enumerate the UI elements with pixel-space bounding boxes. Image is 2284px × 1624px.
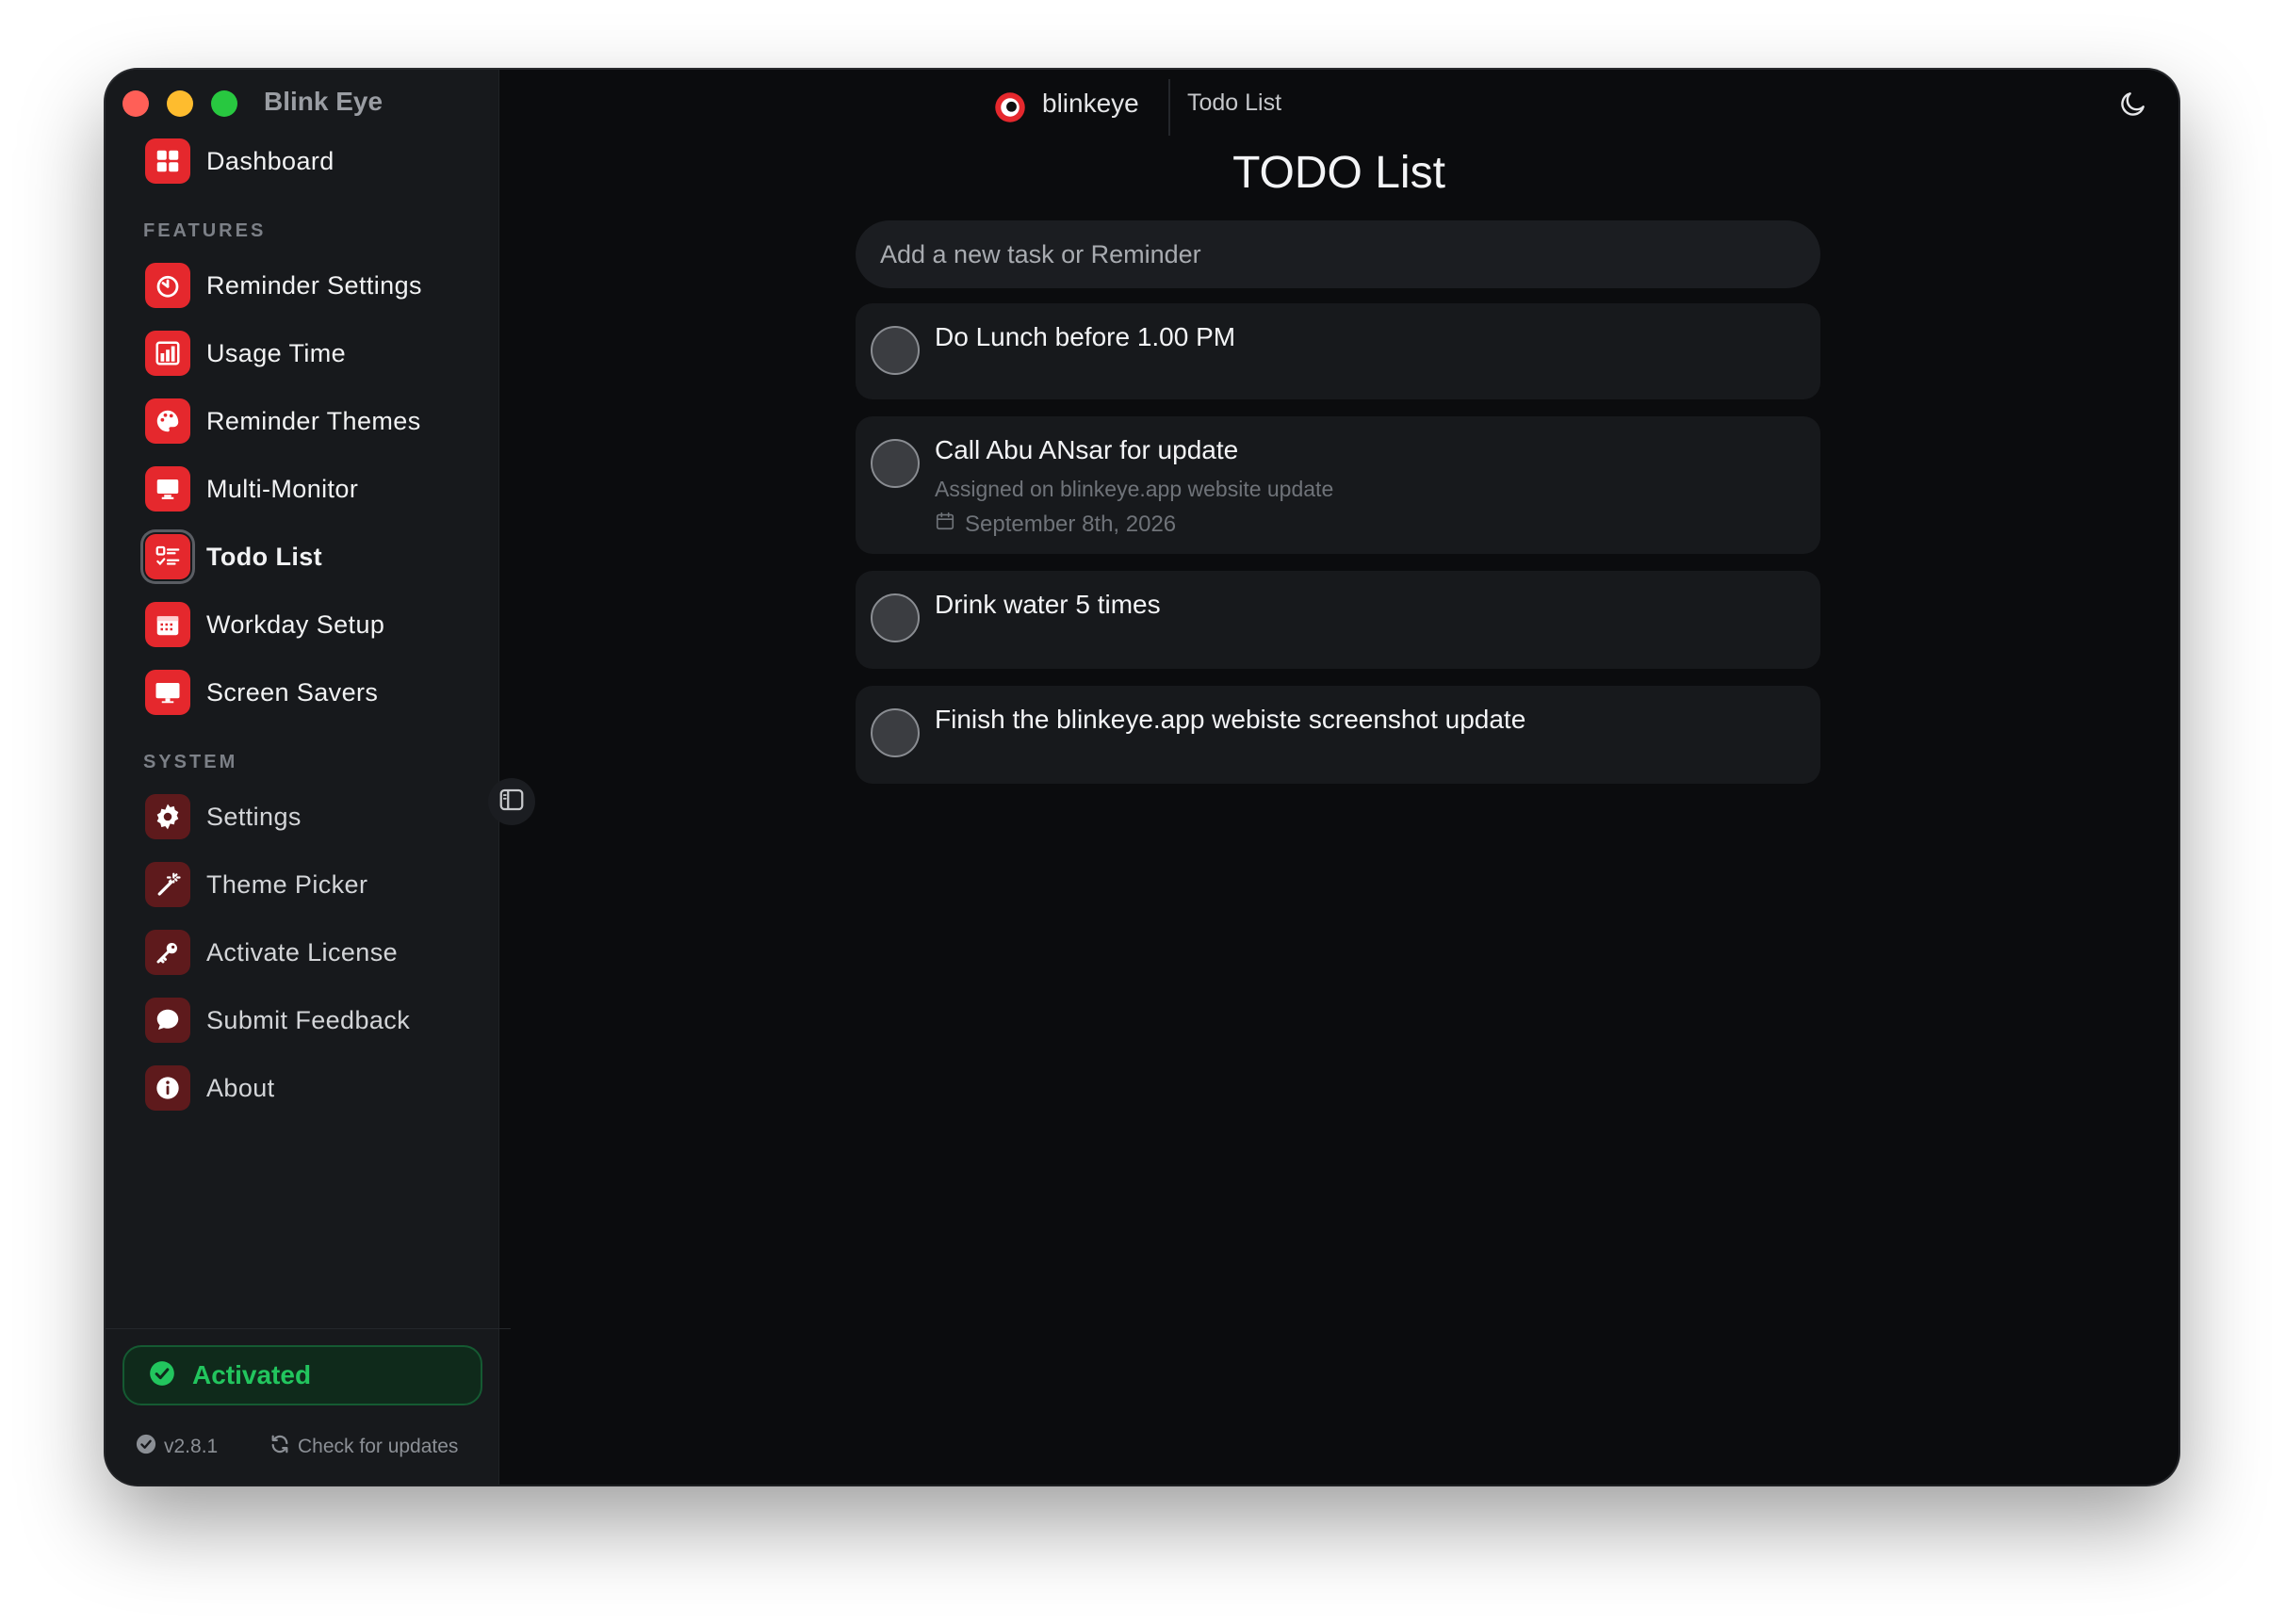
todo-description: Assigned on blinkeye.app website update bbox=[935, 477, 1334, 501]
checklist-icon bbox=[145, 534, 190, 579]
chat-bubble-icon bbox=[145, 998, 190, 1043]
page-title: TODO List bbox=[1232, 148, 1445, 198]
moon-icon bbox=[2118, 89, 2148, 123]
todo-title: Do Lunch before 1.00 PM bbox=[935, 322, 1236, 351]
todo-checkbox[interactable] bbox=[871, 439, 920, 488]
check-updates-label: Check for updates bbox=[298, 1436, 459, 1457]
new-task-input[interactable] bbox=[856, 220, 1820, 288]
calendar-icon bbox=[145, 602, 190, 647]
theme-toggle-button[interactable] bbox=[2114, 87, 2152, 124]
gear-icon bbox=[145, 794, 190, 839]
sidebar-item-label: Activate License bbox=[206, 937, 399, 966]
info-icon bbox=[145, 1065, 190, 1111]
sidebar-item-label: About bbox=[206, 1073, 275, 1102]
brand-name: blinkeye bbox=[1042, 89, 1139, 118]
todo-title: Finish the blinkeye.app webiste screensh… bbox=[935, 705, 1526, 734]
sidebar-item-label: Theme Picker bbox=[206, 869, 368, 899]
breadcrumb: Todo List bbox=[1187, 89, 1282, 116]
sidebar-item-label: Usage Time bbox=[206, 338, 347, 367]
sidebar-item-submit-feedback[interactable]: Submit Feedback bbox=[141, 993, 462, 1047]
todo-date-label: September 8th, 2026 bbox=[965, 511, 1177, 537]
todo-title: Call Abu ANsar for update bbox=[935, 435, 1239, 464]
sidebar-divider bbox=[106, 1328, 511, 1329]
sidebar-item-workday-setup[interactable]: Workday Setup bbox=[141, 597, 462, 652]
sidebar-item-label: Screen Savers bbox=[206, 677, 379, 706]
sidebar-item-theme-picker[interactable]: Theme Picker bbox=[141, 857, 462, 912]
app-name: Blink Eye bbox=[264, 87, 383, 116]
key-icon bbox=[145, 930, 190, 975]
sidebar-item-reminder-settings[interactable]: Reminder Settings bbox=[141, 258, 462, 313]
maximize-window-button[interactable] bbox=[211, 90, 237, 117]
sidebar-item-label: Submit Feedback bbox=[206, 1005, 411, 1034]
sidebar-item-screen-savers[interactable]: Screen Savers bbox=[141, 665, 462, 720]
todo-item[interactable]: Do Lunch before 1.00 PM bbox=[856, 303, 1820, 399]
sidebar-item-label: Workday Setup bbox=[206, 609, 385, 639]
sidebar-item-label: Todo List bbox=[206, 542, 323, 571]
verified-icon bbox=[136, 1434, 156, 1460]
sidebar-item-usage-time[interactable]: Usage Time bbox=[141, 326, 462, 381]
sidebar-panel-icon bbox=[498, 786, 526, 819]
version-info: v2.8.1 bbox=[136, 1434, 218, 1460]
check-updates-button[interactable]: Check for updates bbox=[269, 1434, 458, 1460]
close-window-button[interactable] bbox=[122, 90, 149, 117]
todo-due-date: September 8th, 2026 bbox=[935, 511, 1176, 538]
monitor-icon bbox=[145, 466, 190, 512]
sidebar-item-reminder-themes[interactable]: Reminder Themes bbox=[141, 394, 462, 448]
app-window: Blink Eye Dashboard FEATURES Reminder Se… bbox=[106, 70, 2178, 1485]
sidebar-item-label: Reminder Themes bbox=[206, 406, 421, 435]
window-controls bbox=[122, 90, 237, 117]
todo-checkbox[interactable] bbox=[871, 326, 920, 375]
sidebar-item-activate-license[interactable]: Activate License bbox=[141, 925, 462, 980]
calendar-small-icon bbox=[935, 511, 955, 538]
todo-checkbox[interactable] bbox=[871, 593, 920, 642]
sidebar: Blink Eye Dashboard FEATURES Reminder Se… bbox=[106, 70, 511, 1485]
features-heading: FEATURES bbox=[143, 220, 267, 241]
todo-item[interactable]: Drink water 5 times bbox=[856, 571, 1820, 669]
bar-chart-icon bbox=[145, 331, 190, 376]
blinkeye-logo-icon bbox=[993, 90, 1027, 124]
sidebar-item-label: Multi-Monitor bbox=[206, 474, 359, 503]
todo-title: Drink water 5 times bbox=[935, 590, 1161, 619]
sidebar-toggle-button[interactable] bbox=[488, 778, 535, 825]
license-status-badge: Activated bbox=[122, 1345, 482, 1405]
check-circle-icon bbox=[149, 1360, 175, 1391]
sidebar-item-about[interactable]: About bbox=[141, 1061, 462, 1115]
version-label: v2.8.1 bbox=[164, 1436, 219, 1457]
refresh-icon bbox=[269, 1434, 290, 1460]
sidebar-item-settings[interactable]: Settings bbox=[141, 789, 462, 844]
minimize-window-button[interactable] bbox=[167, 90, 193, 117]
timer-icon bbox=[145, 263, 190, 308]
system-heading: SYSTEM bbox=[143, 752, 238, 772]
todo-item[interactable]: Finish the blinkeye.app webiste screensh… bbox=[856, 686, 1820, 784]
sidebar-item-todo-list[interactable]: Todo List bbox=[141, 529, 462, 584]
todo-item[interactable]: Call Abu ANsar for update Assigned on bl… bbox=[856, 416, 1820, 554]
topbar-divider bbox=[1168, 79, 1170, 136]
palette-icon bbox=[145, 398, 190, 444]
magic-wand-icon bbox=[145, 862, 190, 907]
license-status-label: Activated bbox=[192, 1360, 312, 1389]
screen-icon bbox=[145, 670, 190, 715]
sidebar-item-label: Settings bbox=[206, 802, 302, 831]
sidebar-item-multi-monitor[interactable]: Multi-Monitor bbox=[141, 462, 462, 516]
sidebar-item-label: Reminder Settings bbox=[206, 270, 422, 300]
todo-checkbox[interactable] bbox=[871, 708, 920, 757]
